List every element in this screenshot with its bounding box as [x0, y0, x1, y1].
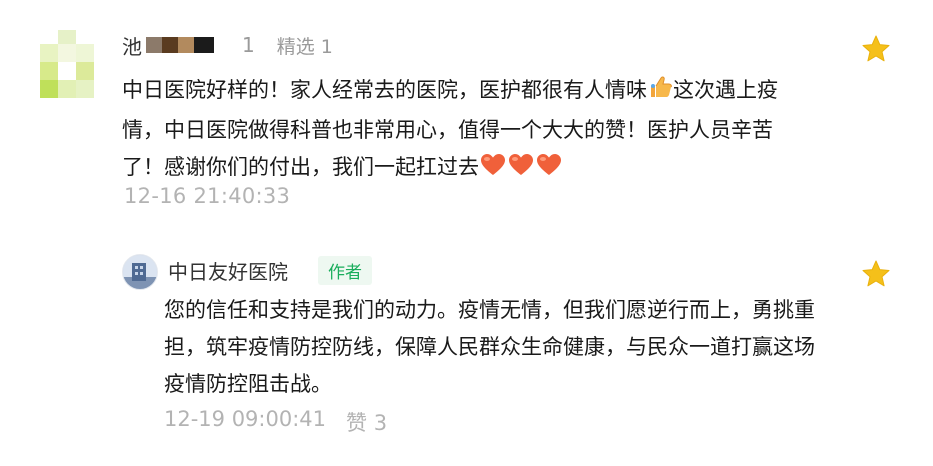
comment-timestamp: 12-16 21:40:33	[124, 184, 291, 208]
author-avatar[interactable]	[122, 254, 158, 290]
author-badge: 作者	[318, 256, 372, 285]
orange-heart-emoji	[479, 152, 507, 189]
reply-text: 您的信任和支持是我们的动力。疫情无情，但我们愿逆行而上，勇挑重担，筑牢疫情防控防…	[164, 298, 815, 396]
reply-meta: 12-19 09:00:41 赞 3	[164, 407, 387, 437]
like-count[interactable]: 赞 3	[346, 407, 387, 437]
avatar-blurred[interactable]	[36, 30, 106, 100]
commenter-name-trail: 1	[242, 33, 255, 57]
star-icon[interactable]	[861, 34, 891, 64]
comment-header: 池 1 精选 1	[122, 28, 333, 62]
thumbs-up-emoji	[647, 74, 673, 112]
comment-text-part1: 中日医院好样的！家人经常去的医院，医护都很有人情味	[122, 78, 647, 102]
featured-count: 精选 1	[276, 35, 333, 58]
orange-heart-emoji	[507, 152, 535, 189]
orange-heart-emoji	[535, 152, 563, 189]
author-name[interactable]: 中日友好医院	[168, 256, 288, 285]
comment-text: 中日医院好样的！家人经常去的医院，医护都很有人情味 这次遇上疫情，中日医院做得科…	[122, 72, 802, 189]
name-mosaic	[146, 35, 224, 55]
star-icon[interactable]	[861, 259, 891, 289]
reply-timestamp: 12-19 09:00:41	[164, 407, 327, 431]
commenter-name[interactable]: 池	[122, 31, 142, 60]
comment-item: 池 1 精选 1 中日医院好样的！家人经常去的医院，医护都很有人情味 这次遇上疫…	[0, 0, 933, 230]
